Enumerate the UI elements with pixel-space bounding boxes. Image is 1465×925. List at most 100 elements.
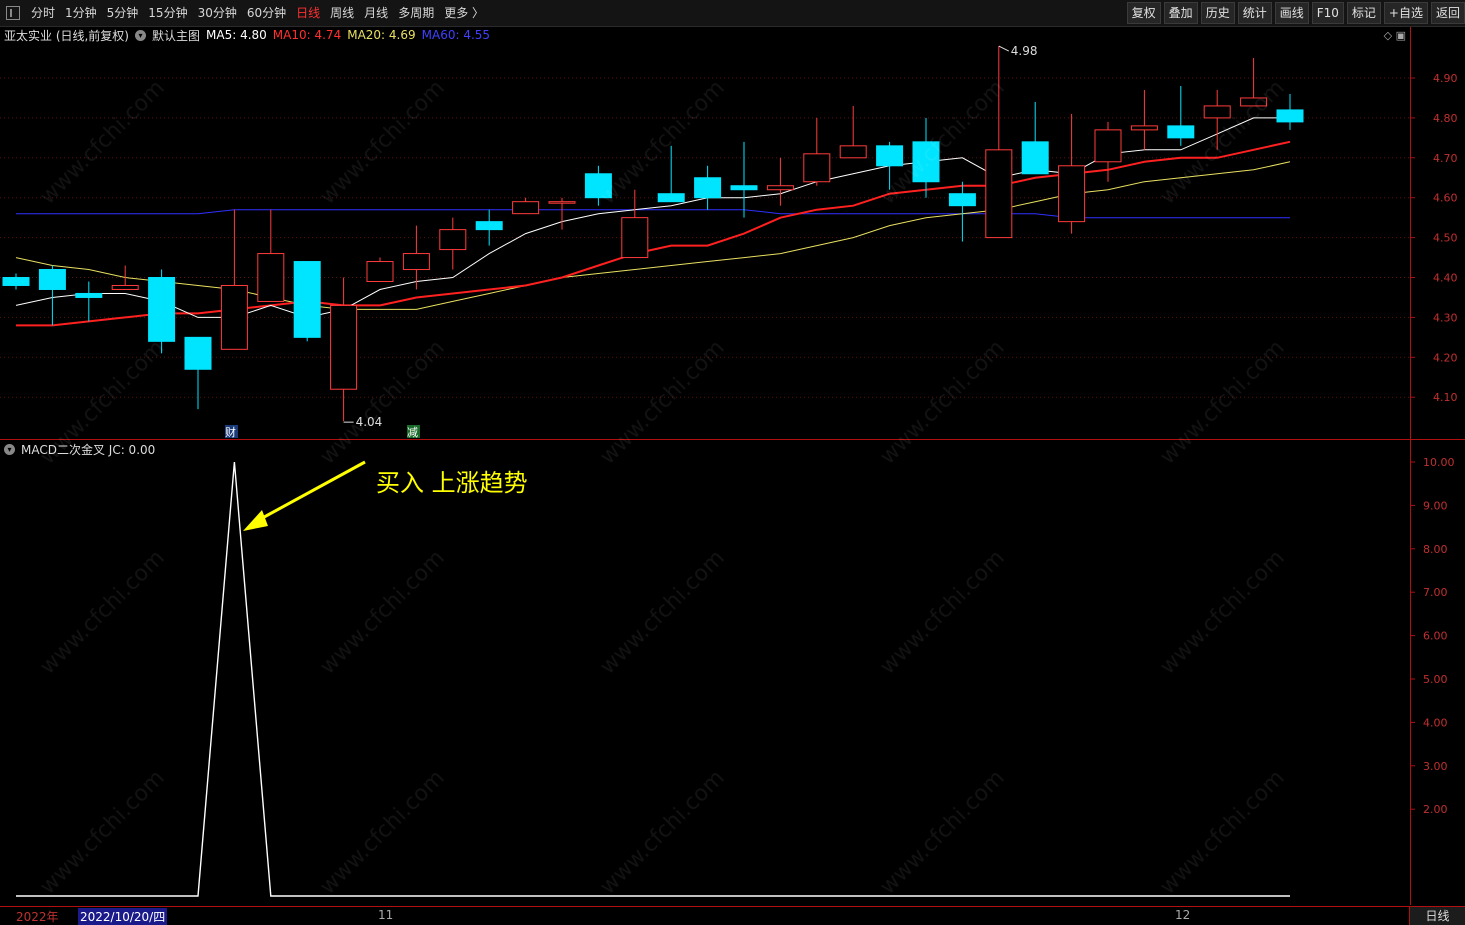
candle-body — [220, 284, 248, 350]
indicator-menu-icon[interactable]: ▾ — [4, 443, 15, 455]
event-marker-reduce: 减 — [407, 426, 418, 439]
indicator-chart[interactable]: 买入 上涨趋势 — [0, 440, 1410, 905]
ma5-value: MA5: 4.80 — [206, 28, 267, 42]
period-tab-item[interactable]: 15分钟 — [143, 0, 192, 26]
ma20-value: MA20: 4.69 — [347, 28, 416, 42]
candle-body — [1094, 129, 1122, 163]
candle-body — [402, 253, 430, 271]
candle-body — [475, 221, 503, 231]
period-tab-item[interactable]: 30分钟 — [193, 0, 242, 26]
candle-body — [839, 145, 867, 159]
price-tick-label: 4.80 — [1433, 112, 1458, 125]
candle-body — [257, 253, 285, 302]
high-marker-arrow — [998, 45, 1010, 52]
candle-body — [512, 201, 540, 215]
period-tab-item[interactable]: 5分钟 — [102, 0, 144, 26]
tool-button[interactable]: 历史 — [1200, 2, 1235, 24]
price-tick-label: 4.30 — [1433, 311, 1458, 324]
candle-body — [694, 177, 722, 199]
period-tabs: 分时 1分钟 5分钟 15分钟 30分钟 60分钟 日线 周线 月线 多周期 更多 〉 — [0, 0, 489, 26]
price-axis: 4.90 4.80 4.70 4.60 4.50 4.40 4.30 4.20 4.10 — [1410, 27, 1465, 439]
indicator-tick-label: 7.00 — [1423, 586, 1448, 599]
indicator-tick-label: 3.00 — [1423, 760, 1448, 773]
price-tick-label: 4.60 — [1433, 192, 1458, 205]
candle-body — [439, 229, 467, 251]
indicator-title[interactable]: MACD二次金叉 JC: 0.00 — [21, 441, 155, 458]
indicator-tick-label: 6.00 — [1423, 630, 1448, 643]
candle-body — [1167, 125, 1195, 139]
period-tab[interactable]: 日线 — [1409, 907, 1465, 925]
candle-body — [366, 261, 394, 282]
tool-button[interactable]: 统计 — [1237, 2, 1272, 24]
panel-controls[interactable]: ◇ ▣ — [1384, 29, 1406, 42]
annotation-arrow-head — [243, 510, 268, 531]
template-label[interactable]: 默认主图 — [152, 27, 200, 44]
high-marker-label: 4.98 — [1011, 44, 1038, 58]
candle-body — [148, 277, 176, 342]
indicator-axis: 10.00 9.00 8.00 7.00 6.00 5.00 4.00 3.00 2.00 — [1410, 440, 1465, 905]
tool-button[interactable]: 叠加 — [1163, 2, 1198, 24]
candle-body — [657, 193, 685, 203]
year-label: 2022年 — [16, 910, 59, 924]
indicator-tick-label: 10.00 — [1423, 456, 1455, 469]
kline-chart[interactable]: 4.98 4.04 财 减 — [0, 27, 1410, 439]
tool-buttons: 复权 叠加 历史 统计 画线 F10 标记 +自选 返回 — [1124, 0, 1465, 26]
candle-body — [2, 277, 30, 286]
window-icon[interactable] — [6, 6, 20, 20]
annotation-arrow-shaft — [254, 460, 366, 524]
event-marker-finance: 财 — [225, 425, 236, 439]
candle-body — [1203, 105, 1231, 119]
ma60-value: MA60: 4.55 — [421, 28, 491, 42]
candle-body — [948, 193, 976, 207]
price-tick-label: 4.70 — [1433, 152, 1458, 165]
period-tab-item[interactable]: 多周期 — [393, 0, 439, 26]
ma60-line — [16, 209, 1290, 219]
indicator-info-line: ▾ MACD二次金叉 JC: 0.00 — [4, 441, 161, 457]
candle-body — [1130, 125, 1158, 131]
tool-button[interactable]: +自选 — [1383, 2, 1428, 24]
candle-body — [293, 261, 321, 338]
time-axis: 2022年 2022/10/20/四 11 12 日线 — [0, 906, 1465, 925]
price-tick-label: 4.40 — [1433, 272, 1458, 285]
indicator-tick-label: 2.00 — [1423, 803, 1448, 816]
candle-body — [912, 141, 940, 183]
candle-body — [985, 149, 1013, 239]
template-menu-icon[interactable]: ▾ — [135, 29, 146, 41]
candle-body — [766, 185, 794, 191]
candle-body — [1021, 141, 1049, 175]
tool-button[interactable]: 复权 — [1126, 2, 1161, 24]
period-tab-item[interactable]: 日线 — [291, 0, 325, 26]
candle-body — [184, 336, 212, 370]
candle-body — [730, 185, 758, 191]
kline-panel[interactable]: 亚太实业 (日线,前复权) ▾ 默认主图 MA5: 4.80 MA10: 4.7… — [0, 27, 1410, 439]
candle-body — [548, 201, 576, 204]
cursor-date: 2022/10/20/四 — [78, 908, 168, 925]
candle-body — [803, 153, 831, 183]
tool-button[interactable]: F10 — [1311, 2, 1344, 24]
price-tick-label: 4.50 — [1433, 232, 1458, 245]
period-tab-item[interactable]: 周线 — [325, 0, 359, 26]
period-tab-item[interactable]: 分时 — [26, 0, 60, 26]
candle-body — [38, 269, 66, 290]
period-tab-item[interactable]: 月线 — [359, 0, 393, 26]
period-tab-item[interactable]: 更多 〉 — [439, 0, 489, 26]
tool-button[interactable]: 返回 — [1430, 2, 1465, 24]
period-tab-item[interactable]: 60分钟 — [242, 0, 291, 26]
period-tab-item[interactable]: 1分钟 — [60, 0, 102, 26]
period-toolbar: 分时 1分钟 5分钟 15分钟 30分钟 60分钟 日线 周线 月线 多周期 更多 〉 复权 叠加 历史… — [0, 0, 1465, 27]
candle-body — [75, 292, 103, 298]
price-tick-label: 4.10 — [1433, 391, 1458, 404]
indicator-panel[interactable]: ▾ MACD二次金叉 JC: 0.00 买入 上涨趋势 — [0, 440, 1410, 905]
tool-button[interactable]: 标记 — [1346, 2, 1381, 24]
candle-body — [1240, 97, 1268, 107]
indicator-tick-label: 8.00 — [1423, 543, 1448, 556]
indicator-tick-label: 4.00 — [1423, 716, 1448, 729]
indicator-tick-label: 5.00 — [1423, 673, 1448, 686]
indicator-tick-label: 9.00 — [1423, 499, 1448, 512]
annotation-text: 买入 上涨趋势 — [376, 469, 528, 497]
tool-button[interactable]: 画线 — [1274, 2, 1309, 24]
ma20-line — [15, 161, 1291, 310]
stock-title: 亚太实业 (日线,前复权) — [4, 28, 129, 43]
main-info-line: 亚太实业 (日线,前复权) ▾ 默认主图 MA5: 4.80 MA10: 4.7… — [4, 27, 496, 43]
candle-body — [584, 173, 612, 199]
